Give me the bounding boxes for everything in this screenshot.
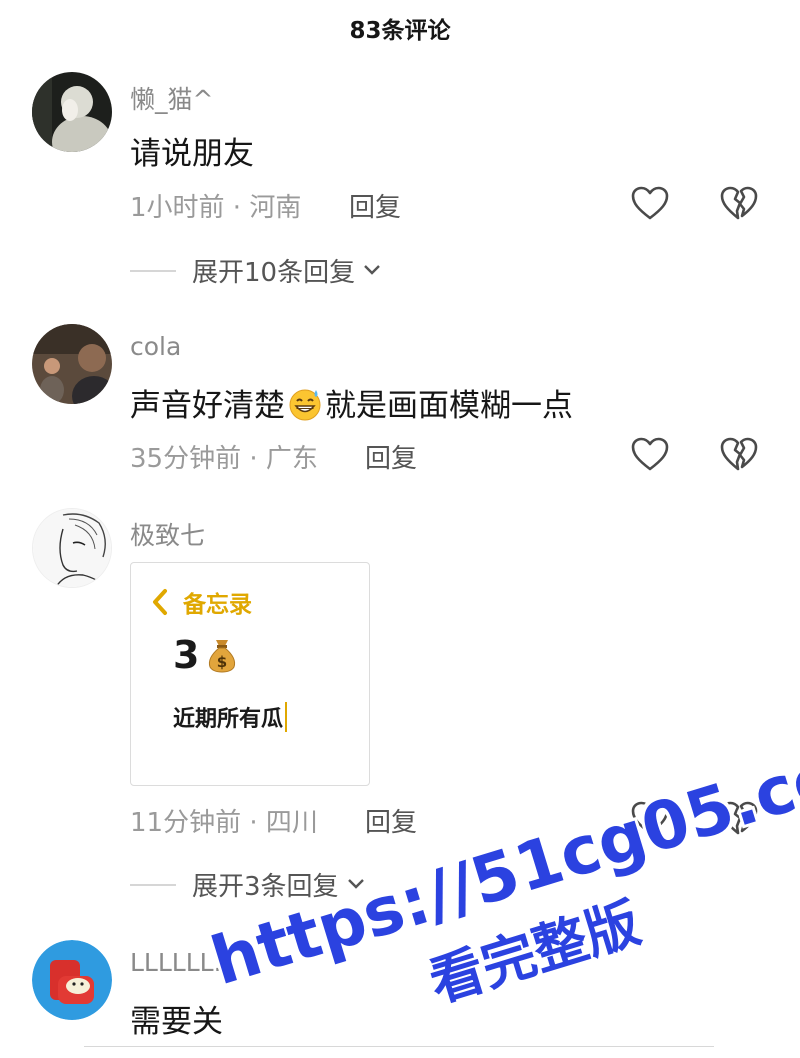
comment-image-card[interactable]: 备忘录 3 $ 近期所有瓜 xyxy=(130,562,370,786)
grinning-sweat-emoji-icon xyxy=(287,386,323,422)
expand-replies-label: 展开10条回复 xyxy=(192,258,356,288)
chevron-left-icon xyxy=(149,587,171,617)
text-cursor xyxy=(285,702,288,732)
username[interactable]: 极致七 xyxy=(130,516,205,552)
username[interactable]: cola xyxy=(130,332,181,361)
expand-divider xyxy=(130,883,176,886)
comment-meta: 35分钟前 · 广东 xyxy=(130,438,318,475)
memo-number-row: 3 $ xyxy=(173,633,239,677)
comment-location: 河南 xyxy=(249,193,302,223)
dislike-broken-heart-icon[interactable] xyxy=(719,436,759,472)
comment-count-title: 83条评论 xyxy=(349,18,451,44)
comments-header: 83条评论 xyxy=(0,0,800,56)
memo-header: 备忘录 xyxy=(149,585,252,619)
memo-text-row: 近期所有瓜 xyxy=(173,701,288,733)
username[interactable]: 懒_猫^ xyxy=(130,80,213,116)
meta-separator: · xyxy=(241,808,266,838)
comment-location: 广东 xyxy=(265,444,318,474)
like-heart-icon[interactable] xyxy=(630,436,670,472)
avatar[interactable] xyxy=(32,324,112,404)
meta-separator: · xyxy=(241,444,266,474)
username[interactable]: LLLLLL. xyxy=(130,948,222,977)
money-bag-emoji-icon: $ xyxy=(205,636,239,674)
avatar[interactable] xyxy=(32,508,112,588)
comment-text: 需要关 xyxy=(130,1004,223,1040)
expand-replies-label: 展开3条回复 xyxy=(192,872,339,902)
comment-meta: 11分钟前 · 四川 xyxy=(130,802,318,839)
comment-time: 1小时前 xyxy=(130,193,225,223)
watermark-caption: 看完整版 xyxy=(422,891,648,1015)
comment-text-part: 就是画面模糊一点 xyxy=(325,388,573,424)
memo-back-label: 备忘录 xyxy=(183,592,252,618)
expand-replies-button[interactable]: 展开10条回复 xyxy=(130,252,383,289)
expand-divider xyxy=(130,269,176,272)
avatar[interactable] xyxy=(32,72,112,152)
expand-replies-button[interactable]: 展开3条回复 xyxy=(130,866,367,903)
comment-time: 35分钟前 xyxy=(130,444,242,474)
reply-button[interactable]: 回复 xyxy=(365,802,417,839)
like-heart-icon[interactable] xyxy=(630,800,670,836)
comment-location: 四川 xyxy=(265,808,318,838)
reply-button[interactable]: 回复 xyxy=(349,187,401,224)
reply-button[interactable]: 回复 xyxy=(365,438,417,475)
memo-number: 3 xyxy=(173,633,200,677)
comment-text-part: 声音好清楚 xyxy=(130,388,285,424)
comment-text: 请说朋友 xyxy=(130,136,254,172)
comment-time: 11分钟前 xyxy=(130,808,242,838)
dislike-broken-heart-icon[interactable] xyxy=(719,185,759,221)
avatar[interactable] xyxy=(32,940,112,1020)
chevron-down-icon xyxy=(361,258,383,284)
dislike-broken-heart-icon[interactable] xyxy=(719,800,759,836)
svg-text:$: $ xyxy=(217,653,227,671)
comment-text: 声音好清楚 就是画面模糊一点 xyxy=(130,380,573,425)
memo-text: 近期所有瓜 xyxy=(173,707,284,732)
comment-meta: 1小时前 · 河南 xyxy=(130,187,301,224)
next-row-divider xyxy=(84,1046,714,1058)
meta-separator: · xyxy=(224,193,250,223)
chevron-down-icon xyxy=(345,872,367,898)
like-heart-icon[interactable] xyxy=(630,185,670,221)
